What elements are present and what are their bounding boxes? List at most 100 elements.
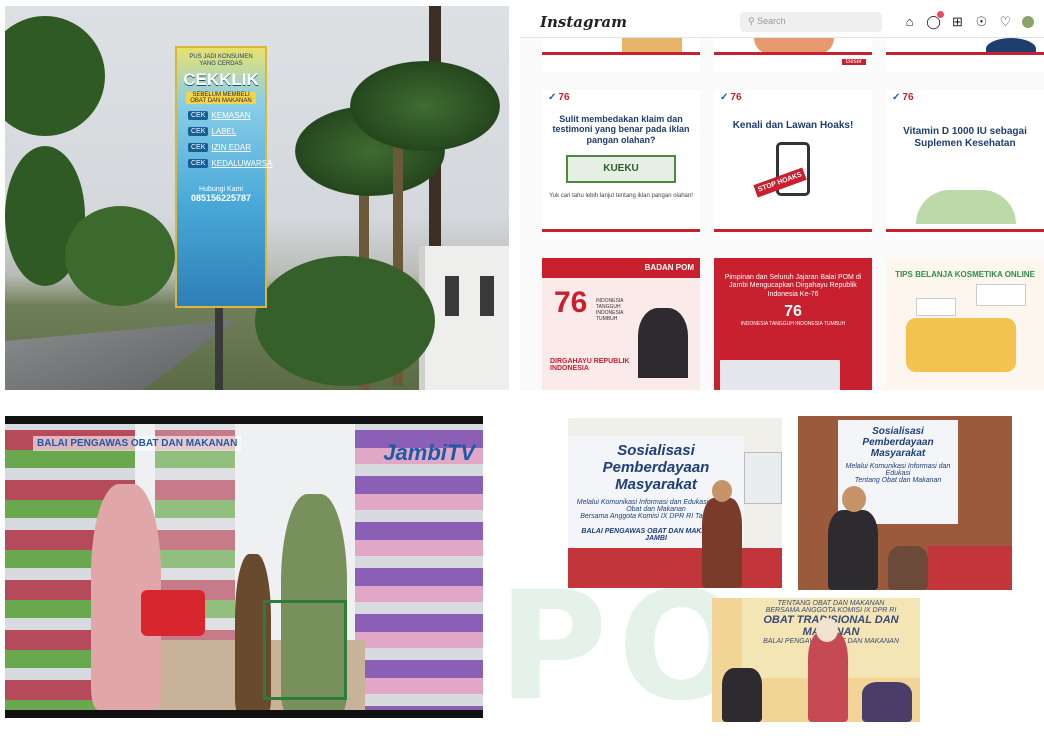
anniversary-number: 76 [784,303,802,321]
speaker [808,632,848,722]
anniversary-badge: 76 [558,91,570,103]
post-footer [542,229,700,240]
speaker [828,510,878,590]
geser-label: Geser [841,59,866,65]
item-label: KEDALUWARSA [211,159,273,169]
post-footer: Geser [714,52,872,72]
new-post-icon[interactable]: ⊞ [950,14,965,30]
jambi-tv-logo: JambiTV [383,440,475,465]
post-tile[interactable]: BADAN POM 76 INDONESIA TANGGUH INDONESIA… [542,258,700,390]
search-input[interactable]: ⚲ Search [740,11,882,32]
post-tile[interactable]: ✓ 76 Kenali dan Lawan Hoaks! STOP HOAKS [714,90,872,240]
supermarket-video-frame: BALAI PENGAWAS OBAT DAN MAKANAN JambiTV [5,416,483,718]
speaker [702,498,742,588]
anniversary-badge: 76 [730,91,742,103]
podium [888,546,928,590]
projector-screen [744,452,782,504]
messenger-icon[interactable]: ◯ [926,10,944,30]
speaker-head [816,618,838,642]
post-headline: Sulit membedakan klaim dan testimoni yan… [552,114,690,145]
attendee [722,668,762,722]
bpom-check-icon: ✓ [720,91,729,103]
bpom-logo: BALAI PENGAWAS OBAT DAN MAKANAN [33,436,242,451]
post-header: ✓ 76 [886,90,1044,104]
post-header: ✓ 76 [542,90,700,104]
post-header: ✓ 76 [714,90,872,104]
home-icon[interactable]: ⌂ [902,14,917,29]
stage [568,548,782,588]
item-label: IZIN EDAR [211,143,251,153]
cek-tag: CEK [188,111,209,121]
billboard-title: CEKKLIK [183,70,259,90]
store-shelf [355,424,483,710]
tree [5,16,105,136]
post-headline: Vitamin D 1000 IU sebagai Suplemen Keseh… [903,126,1027,149]
cek-tag: CEK [188,127,209,137]
event-line: BERSAMA ANGGOTA KOMISI IX DPR RI [765,607,897,614]
avatar[interactable] [1022,15,1034,28]
search-placeholder: Search [757,15,786,26]
post-headline: Pimpinan dan Seluruh Jajaran Balai POM d… [724,274,862,298]
speech-bubble [916,298,956,316]
post-tile[interactable]: TIPS BELANJA KOSMETIKA ONLINE [886,258,1044,390]
anniversary-badge: 76 [902,91,914,103]
post-footer [886,229,1044,240]
speaker-head [712,480,732,502]
sofa-illustration [906,318,1016,372]
event-line: TENTANG OBAT DAN MAKANAN [777,600,885,607]
palm-leaves [350,61,500,151]
billboard-item: CEK KEMASAN [188,111,260,121]
heart-icon[interactable]: ♡ [998,14,1013,30]
event-line: Melalui Komunikasi Informasi dan Edukasi [845,463,951,477]
billboard-phone: 085156225787 [190,193,252,204]
post-tile[interactable] [886,38,1044,72]
speaker-head [842,486,866,512]
bpom-banner: BADAN POM [542,258,700,278]
post-footer [886,52,1044,72]
event-title: Sosialisasi Pemberdayaan Masyarakat [862,426,934,459]
post-headline: Kenali dan Lawan Hoaks! [732,120,854,131]
event-photo: Sosialisasi Pemberdayaan Masyarakat Mela… [798,416,1012,590]
post-tile[interactable]: Geser [714,38,872,72]
cek-tag: CEK [188,159,209,169]
post-tile[interactable]: ✓ 76 Vitamin D 1000 IU sebagai Suplemen K… [886,90,1044,240]
instagram-profile-screenshot: Instagram ⚲ Search ⌂ ◯ ⊞ ☉ ♡ Geser ✓ 76 … [520,6,1044,390]
dirgahayu-text: DIRGAHAYU REPUBLIK INDONESIA [550,358,630,372]
post-footer [714,229,872,240]
billboard-top-line: PUS JADI KONSUMEN YANG CERDAS [189,54,253,67]
billboard-item: CEK KEDALUWARSA [188,159,272,169]
bpom-check-icon: ✓ [548,91,557,103]
instagram-top-bar: Instagram ⚲ Search ⌂ ◯ ⊞ ☉ ♡ [520,6,1044,38]
cekklik-billboard: PUS JADI KONSUMEN YANG CERDAS CEKKLIK SE… [175,46,272,308]
event-photo: Sosialisasi Pemberdayaan Masyarakat Mela… [568,418,782,588]
street-billboard-photo: PUS JADI KONSUMEN YANG CERDAS CEKKLIK SE… [5,6,509,390]
shopping-basket [141,590,205,636]
attendee [862,682,912,722]
billboard-post [215,306,223,390]
post-footer [542,52,700,72]
cek-tag: CEK [188,143,209,153]
item-label: LABEL [211,127,237,137]
event-photo: TENTANG OBAT DAN MAKANAN BERSAMA ANGGOTA… [712,598,920,722]
bpom-check-icon: ✓ [892,91,901,103]
post-tile[interactable]: ✓ 76 Sulit membedakan klaim dan testimoni… [542,90,700,240]
staff-photo [720,360,840,390]
official-portrait [638,308,688,378]
road [5,320,235,390]
speech-bubble [976,284,1026,306]
anniversary-theme: INDONESIA TANGGUH INDONESIA TUMBUH [596,298,624,322]
nav-icons: ⌂ ◯ ⊞ ☉ ♡ [902,10,1034,30]
post-tile[interactable]: Pimpinan dan Seluruh Jajaran Balai POM d… [714,258,872,390]
billboard-item: CEK LABEL [188,127,260,137]
billboard-contact-label: Hubungi Kami [199,186,243,194]
window [480,276,494,316]
people-illustration [916,190,1016,224]
shrubs [255,256,435,386]
billboard-item: CEK IZIN EDAR [188,143,260,153]
post-tile[interactable] [542,38,700,72]
explore-icon[interactable]: ☉ [974,14,989,30]
search-icon: ⚲ [748,15,758,26]
anniversary-theme: INDONESIA TANGGUH INDONESIA TUMBUH [740,321,846,328]
instagram-logo[interactable]: Instagram [540,13,720,31]
table [928,546,1012,590]
